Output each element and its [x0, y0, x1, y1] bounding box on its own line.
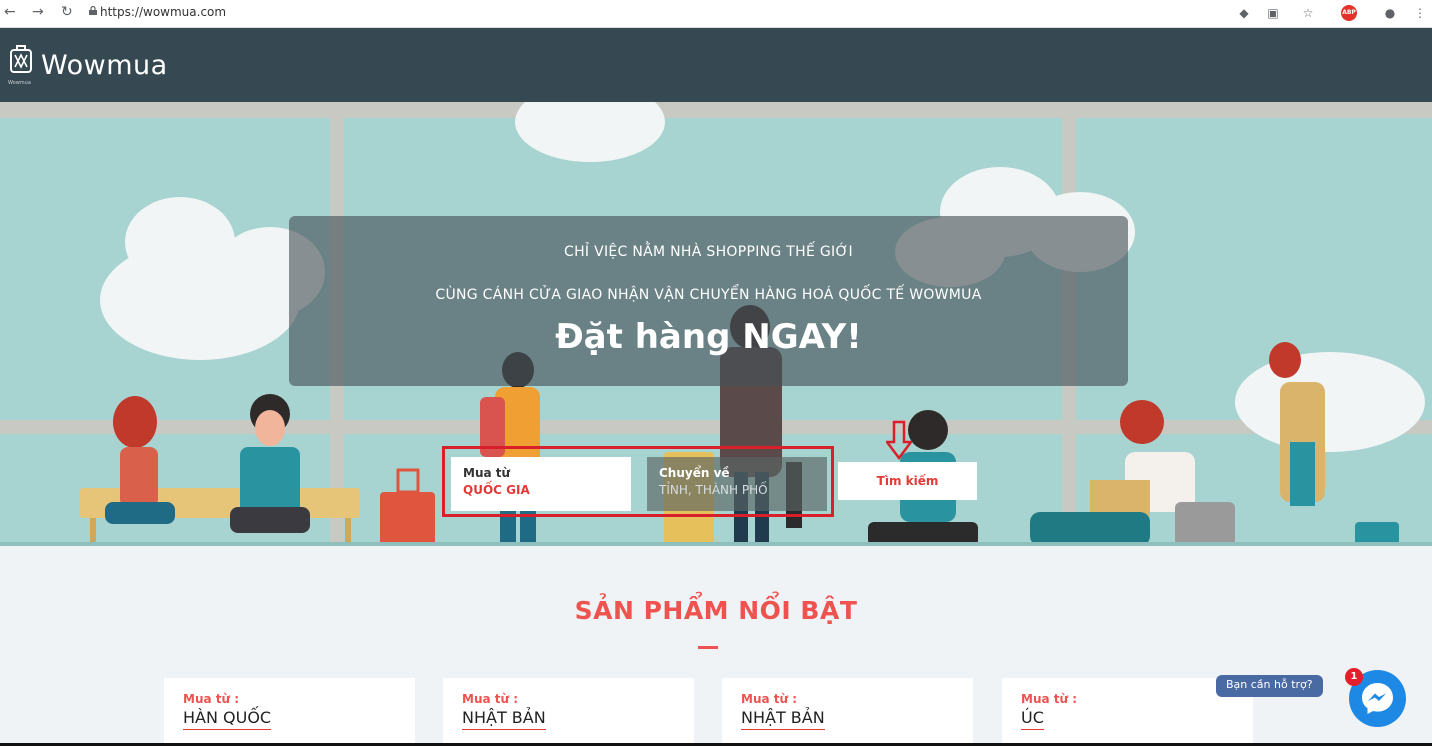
hero-line-2: CÙNG CÁNH CỬA GIAO NHẬN VẬN CHUYỂN HÀNG …	[435, 287, 982, 303]
logo-caption: Wowmua	[8, 80, 31, 86]
back-arrow-icon[interactable]: ←	[4, 4, 16, 20]
address-bar[interactable]: https://wowmua.com	[100, 5, 226, 19]
hero-banner: CHỈ VIỆC NẰM NHÀ SHOPPING THẾ GIỚI CÙNG …	[0, 102, 1432, 546]
hero-line-1: CHỈ VIỆC NẰM NHÀ SHOPPING THẾ GIỚI	[564, 244, 853, 260]
translate-icon[interactable]: ▣	[1265, 5, 1281, 21]
product-card[interactable]: Mua từ : HÀN QUỐC	[164, 678, 415, 746]
shield-extension-icon[interactable]: ◆	[1236, 5, 1252, 21]
help-tooltip[interactable]: Bạn cần hỗ trợ?	[1216, 675, 1323, 697]
account-icon[interactable]: ●	[1382, 5, 1398, 21]
logo-icon[interactable]	[10, 44, 32, 74]
from-value: QUỐC GIA	[463, 483, 530, 497]
card-key: Mua từ :	[1021, 692, 1078, 706]
card-key: Mua từ :	[183, 692, 240, 706]
hero-headline: Đặt hàng NGAY!	[555, 317, 862, 357]
card-country[interactable]: NHẬT BẢN	[741, 708, 825, 730]
title-underline	[698, 646, 718, 649]
hero-overlay: CHỈ VIỆC NẰM NHÀ SHOPPING THẾ GIỚI CÙNG …	[289, 216, 1128, 386]
to-value: TỈNH, THÀNH PHỐ	[659, 483, 768, 497]
notification-badge: 1	[1345, 668, 1363, 686]
featured-section: SẢN PHẨM NỔI BẬT Mua từ : HÀN QUỐC Mua t…	[0, 546, 1432, 746]
lock-icon	[89, 6, 97, 15]
browser-toolbar: ← → ↻ https://wowmua.com ◆ ▣ ☆ ABP ● ⋮	[0, 0, 1432, 28]
product-card[interactable]: Mua từ : NHẬT BẢN	[722, 678, 973, 746]
from-country-field[interactable]: Mua từ QUỐC GIA	[451, 457, 631, 511]
bookmark-star-icon[interactable]: ☆	[1300, 5, 1316, 21]
forward-arrow-icon[interactable]: →	[32, 4, 44, 20]
card-key: Mua từ :	[741, 692, 798, 706]
reload-icon[interactable]: ↻	[61, 4, 73, 20]
card-key: Mua từ :	[462, 692, 519, 706]
from-label: Mua từ	[463, 466, 511, 480]
search-form-highlight: Mua từ QUỐC GIA Chuyển về TỈNH, THÀNH PH…	[442, 446, 834, 517]
search-button[interactable]: Tìm kiếm	[838, 462, 977, 500]
product-card[interactable]: Mua từ : NHẬT BẢN	[443, 678, 694, 746]
down-arrow-icon	[886, 420, 912, 460]
section-title: SẢN PHẨM NỔI BẬT	[574, 596, 858, 625]
more-menu-icon[interactable]: ⋮	[1412, 5, 1428, 21]
card-country[interactable]: ÚC	[1021, 708, 1044, 730]
to-label: Chuyển về	[659, 466, 730, 480]
to-city-field[interactable]: Chuyển về TỈNH, THÀNH PHỐ	[647, 457, 827, 511]
card-country[interactable]: HÀN QUỐC	[183, 708, 272, 730]
card-country[interactable]: NHẬT BẢN	[462, 708, 546, 730]
site-header: Wowmua Wowmua	[0, 28, 1432, 102]
adblock-icon[interactable]: ABP	[1341, 5, 1357, 21]
logo-text[interactable]: Wowmua	[41, 50, 168, 81]
